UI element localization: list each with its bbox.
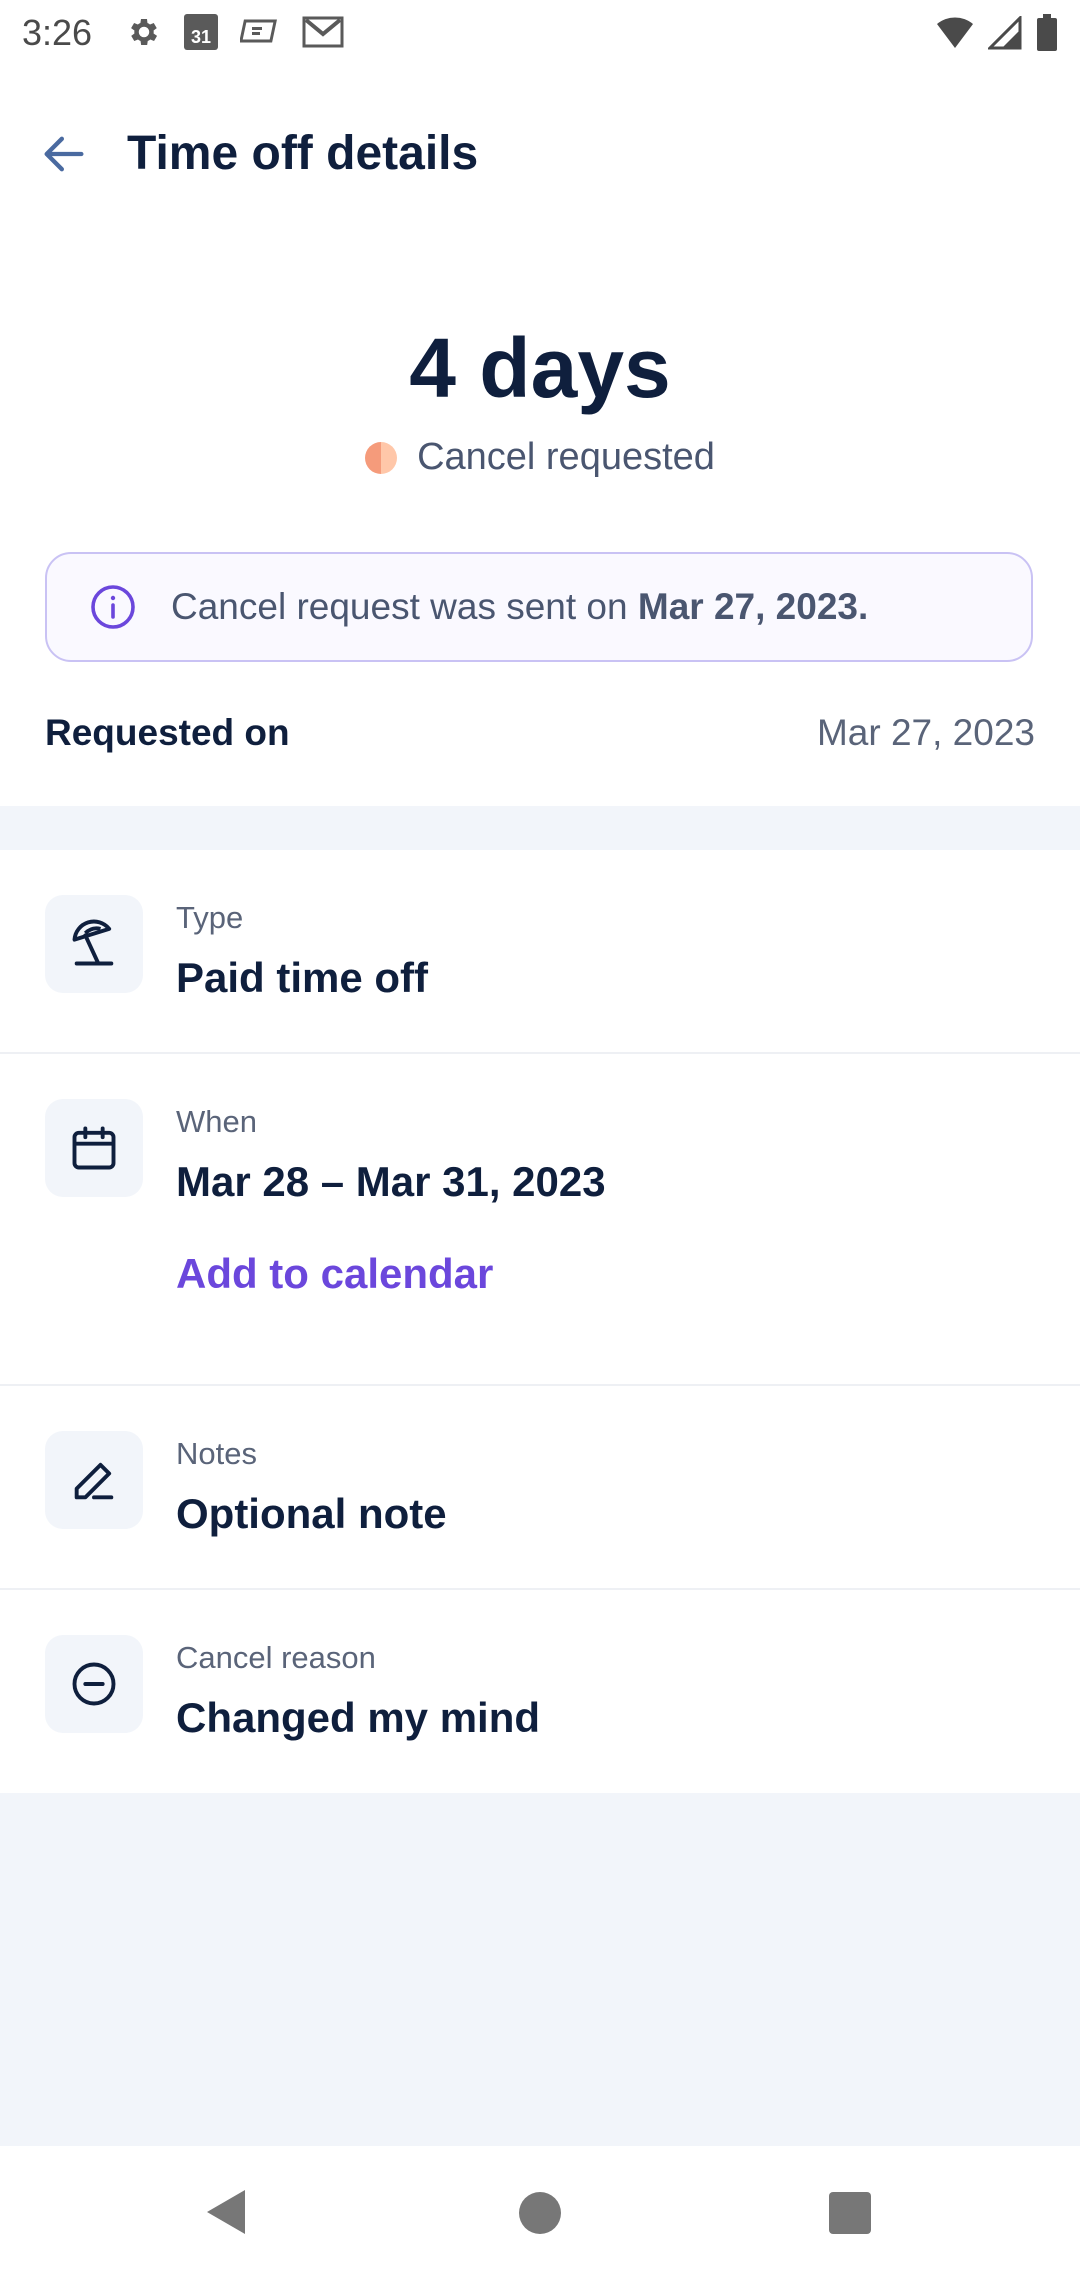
- requested-on-value: Mar 27, 2023: [816, 712, 1035, 753]
- requested-on-row: Requested on Mar 27, 2023: [45, 712, 1035, 764]
- when-value: Mar 28 – Mar 31, 2023: [176, 1158, 606, 1205]
- status-line: Cancel requested: [0, 436, 1080, 479]
- type-label: Type: [176, 900, 244, 935]
- nav-home-icon[interactable]: [519, 2192, 561, 2234]
- notes-label: Notes: [176, 1436, 257, 1471]
- info-text-date: Mar 27, 2023.: [637, 586, 869, 627]
- nav-back-icon[interactable]: [205, 2188, 247, 2236]
- notes-icon-box: [45, 1431, 143, 1529]
- cancel-reason-icon-box: [45, 1635, 143, 1733]
- status-dot-icon: [365, 441, 398, 474]
- pencil-icon: [74, 1462, 114, 1500]
- type-icon-box: [45, 895, 143, 993]
- add-to-calendar-link[interactable]: Add to calendar: [176, 1250, 493, 1298]
- info-text: Cancel request was sent on Mar 27, 2023.: [171, 586, 868, 628]
- cancel-reason-value: Changed my mind: [176, 1694, 541, 1741]
- minus-circle-icon: [72, 1662, 116, 1706]
- status-time: 3:26: [22, 12, 93, 53]
- system-nav-bar: [0, 2146, 1080, 2280]
- calendar-day: 31: [190, 27, 212, 47]
- empty-area: [0, 1793, 1080, 2146]
- battery-icon: [1037, 14, 1057, 51]
- when-icon-box: [45, 1099, 143, 1197]
- status-icons-left: 31: [126, 14, 344, 50]
- notes-row: Notes Optional note: [0, 1386, 1080, 1590]
- cell-signal-icon: [988, 16, 1022, 50]
- status-bar: 3:26 31: [0, 0, 1080, 66]
- status-text: Cancel requested: [417, 436, 715, 478]
- when-label: When: [176, 1104, 257, 1139]
- back-arrow-icon[interactable]: [38, 128, 90, 180]
- type-row: Type Paid time off: [0, 850, 1080, 1054]
- info-icon: [91, 585, 135, 629]
- nav-recents-icon[interactable]: [829, 2192, 871, 2234]
- cancel-reason-row: Cancel reason Changed my mind: [0, 1590, 1080, 1793]
- section-divider: [0, 806, 1080, 850]
- cancel-info-banner: Cancel request was sent on Mar 27, 2023.: [45, 552, 1033, 662]
- app-header: Time off details: [0, 110, 1080, 200]
- status-icons-right: [936, 14, 1058, 52]
- calendar-31-icon: 31: [184, 14, 218, 50]
- type-value: Paid time off: [176, 954, 429, 1001]
- notes-value: Optional note: [176, 1490, 447, 1537]
- wifi-icon: [937, 17, 973, 48]
- gmail-icon: [302, 16, 344, 48]
- cancel-reason-label: Cancel reason: [176, 1640, 376, 1675]
- calendar-icon: [72, 1126, 116, 1170]
- gear-icon: [131, 18, 158, 46]
- when-row: When Mar 28 – Mar 31, 2023 Add to calend…: [0, 1054, 1080, 1386]
- info-text-prefix: Cancel request was sent on: [171, 586, 638, 627]
- beach-umbrella-icon: [72, 919, 114, 966]
- days-amount: 4 days: [409, 321, 671, 415]
- photo-icon: [240, 19, 277, 43]
- page-title: Time off details: [127, 127, 479, 180]
- requested-on-label: Requested on: [45, 712, 290, 753]
